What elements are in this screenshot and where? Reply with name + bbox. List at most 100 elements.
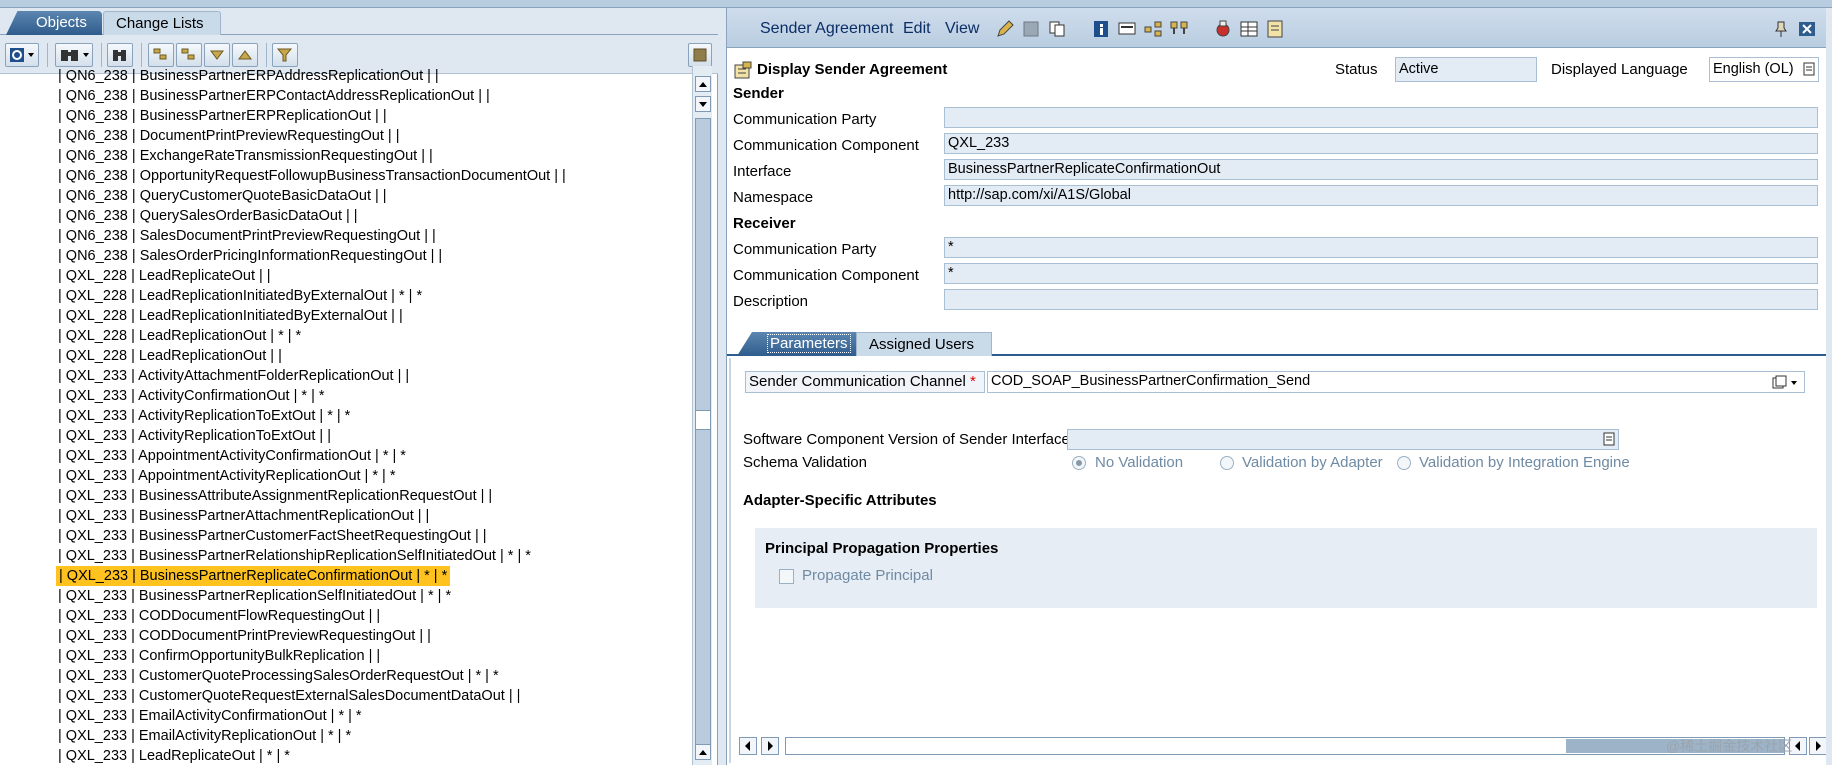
collapse-all-button[interactable] <box>176 43 202 67</box>
tree-row[interactable]: | QXL_233 | EmailActivityReplicationOut … <box>58 726 351 746</box>
test-configuration-icon[interactable] <box>1213 19 1233 39</box>
scroll-right-end-button[interactable] <box>1809 737 1827 755</box>
filter-button[interactable] <box>272 43 298 67</box>
tree-row[interactable]: | QN6_238 | BusinessPartnerERPAddressRep… <box>58 66 439 86</box>
interface-field: BusinessPartnerReplicateConfirmationOut <box>944 159 1818 180</box>
tree-row[interactable]: | QXL_228 | LeadReplicationOut | * | * <box>58 326 301 346</box>
tree-row[interactable]: | QN6_238 | BusinessPartnerERPContactAdd… <box>58 86 490 106</box>
sender-channel-field[interactable]: COD_SOAP_BusinessPartnerConfirmation_Sen… <box>987 371 1805 393</box>
radio-validation-by-adapter[interactable] <box>1220 456 1234 470</box>
description-field <box>944 289 1818 310</box>
tree-row[interactable]: | QXL_233 | ActivityReplicationToExtOut … <box>58 406 350 426</box>
triangle-right-icon <box>1816 741 1821 751</box>
expand-all-button[interactable] <box>148 43 174 67</box>
tab-objects[interactable]: Objects <box>6 11 102 35</box>
tree-row[interactable]: | QXL_233 | AppointmentActivityConfirmat… <box>58 446 406 466</box>
scroll-left-button[interactable] <box>739 737 757 755</box>
tree-row[interactable]: | QXL_228 | LeadReplicateOut | | <box>58 266 271 286</box>
tree-row[interactable]: | QXL_233 | BusinessAttributeAssignmentR… <box>58 486 492 506</box>
tree-row[interactable]: | QN6_238 | QuerySalesOrderBasicDataOut … <box>58 206 358 226</box>
tab-parameters-label: Parameters <box>767 334 851 353</box>
tree-row[interactable]: | QXL_233 | BusinessPartnerRelationshipR… <box>58 546 531 566</box>
tab-change-lists[interactable]: Change Lists <box>103 11 221 35</box>
table-view-icon[interactable] <box>1239 19 1259 39</box>
tree-row[interactable]: | QN6_238 | ExchangeRateTransmissionRequ… <box>58 146 433 166</box>
tree-row[interactable]: | QN6_238 | DocumentPrintPreviewRequesti… <box>58 126 399 146</box>
refresh-dropdown-button[interactable] <box>5 43 39 67</box>
tree-row[interactable]: | QXL_233 | CODDocumentPrintPreviewReque… <box>58 626 431 646</box>
radio-no-validation[interactable] <box>1072 456 1086 470</box>
pin-icon[interactable] <box>1771 19 1791 39</box>
tree-row[interactable]: | QXL_233 | BusinessPartnerAttachmentRep… <box>58 506 429 526</box>
tree-row[interactable]: | QXL_233 | BusinessPartnerReplicationSe… <box>58 586 451 606</box>
tree-row[interactable]: | QN6_238 | BusinessPartnerERPReplicatio… <box>58 106 387 126</box>
scroll-thumb[interactable] <box>695 410 711 430</box>
display-object-icon[interactable] <box>1117 19 1137 39</box>
tree-row[interactable]: | QXL_233 | BusinessPartnerCustomerFactS… <box>58 526 487 546</box>
tab-assigned-users[interactable]: Assigned Users <box>856 332 992 356</box>
scroll-up-button-bottom[interactable] <box>695 744 711 760</box>
scroll-right-button[interactable] <box>761 737 779 755</box>
tree-row[interactable]: | QN6_238 | SalesDocumentPrintPreviewReq… <box>58 226 436 246</box>
tree-vertical-scrollbar[interactable] <box>692 66 712 765</box>
info-icon[interactable] <box>1091 19 1111 39</box>
value-help-dropdown-icon[interactable] <box>1771 375 1801 390</box>
maximize-pane-button[interactable] <box>688 43 712 67</box>
search-button[interactable] <box>107 43 133 67</box>
watermark: @稀土掘金技术社区 <box>1666 738 1793 754</box>
menu-view[interactable]: View <box>945 20 979 38</box>
tree-row[interactable]: | QXL_228 | LeadReplicationInitiatedByEx… <box>58 306 403 326</box>
scroll-down-button[interactable] <box>695 96 711 112</box>
object-navigator-pane: Objects Change Lists | QN6_238 | Busines… <box>0 8 718 765</box>
tree-row[interactable]: | QXL_233 | ConfirmOpportunityBulkReplic… <box>58 646 380 666</box>
value-help-icon <box>1603 432 1615 446</box>
find-dropdown-button[interactable] <box>55 43 93 67</box>
where-used-icon[interactable] <box>1169 19 1189 39</box>
edit-pencil-icon[interactable] <box>995 19 1015 39</box>
editor-menu-bar: Sender Agreement Edit View <box>727 8 1832 48</box>
radio-no-validation-label: No Validation <box>1095 454 1184 471</box>
sender-channel-value: COD_SOAP_BusinessPartnerConfirmation_Sen… <box>991 373 1311 389</box>
close-icon[interactable] <box>1797 19 1817 39</box>
tree-row[interactable]: | QXL_228 | LeadReplicationOut | | <box>58 346 282 366</box>
triangle-up-icon <box>699 82 707 87</box>
tree-row[interactable]: | QXL_233 | CODDocumentFlowRequestingOut… <box>58 606 380 626</box>
tree-row[interactable]: | QXL_233 | ActivityConfirmationOut | * … <box>58 386 325 406</box>
tree-row[interactable]: | QN6_238 | SalesOrderPricingInformation… <box>58 246 442 266</box>
horizontal-scroll-track[interactable] <box>785 737 1785 755</box>
tree-row[interactable]: | QXL_233 | CustomerQuoteRequestExternal… <box>58 686 520 706</box>
tree-row[interactable]: | QXL_233 | LeadReplicateOut | * | * <box>58 746 290 765</box>
move-up-button[interactable] <box>232 43 258 67</box>
history-icon[interactable] <box>1265 19 1285 39</box>
tree-row[interactable]: | QN6_238 | OpportunityRequestFollowupBu… <box>58 166 566 186</box>
displayed-language-select[interactable]: English (OL) <box>1709 57 1819 82</box>
tree-row[interactable]: | QXL_233 | AppointmentActivityReplicati… <box>58 466 395 486</box>
displayed-language-value: English (OL) <box>1713 61 1794 77</box>
tree-row[interactable]: | QN6_238 | QueryCustomerQuoteBasicDataO… <box>58 186 387 206</box>
propagate-principal-checkbox[interactable] <box>779 569 794 584</box>
copy-icon[interactable] <box>1047 19 1067 39</box>
hierarchy-icon[interactable] <box>1143 19 1163 39</box>
sender-channel-label-text: Sender Communication Channel <box>749 373 966 390</box>
tree-row[interactable]: | QXL_233 | EmailActivityConfirmationOut… <box>58 706 362 726</box>
menu-edit[interactable]: Edit <box>903 20 931 38</box>
pane-splitter[interactable] <box>718 8 726 765</box>
scroll-track[interactable] <box>695 118 711 758</box>
tree-row[interactable]: | QXL_228 | LeadReplicationInitiatedByEx… <box>58 286 422 306</box>
tree-row[interactable]: | QXL_233 | ActivityAttachmentFolderRepl… <box>58 366 409 386</box>
collapse-tree-icon <box>181 48 195 60</box>
schema-validation-label: Schema Validation <box>743 454 867 471</box>
save-icon[interactable] <box>1021 19 1041 39</box>
move-down-button[interactable] <box>204 43 230 67</box>
navigator-tab-bar: Objects Change Lists <box>0 8 718 35</box>
tab-parameters[interactable]: Parameters <box>737 332 862 356</box>
radio-validation-by-ie[interactable] <box>1397 456 1411 470</box>
triangle-down-icon <box>699 102 707 107</box>
window-right-edge <box>1826 8 1832 765</box>
scroll-up-button[interactable] <box>695 76 711 92</box>
menu-sender-agreement[interactable]: Sender Agreement <box>760 20 893 38</box>
receiver-component-field: * <box>944 263 1818 284</box>
tree-row-selected[interactable]: | QXL_233 | BusinessPartnerReplicateConf… <box>56 566 451 586</box>
tree-row[interactable]: | QXL_233 | ActivityReplicationToExtOut … <box>58 426 331 446</box>
tree-row[interactable]: | QXL_233 | CustomerQuoteProcessingSales… <box>58 666 499 686</box>
